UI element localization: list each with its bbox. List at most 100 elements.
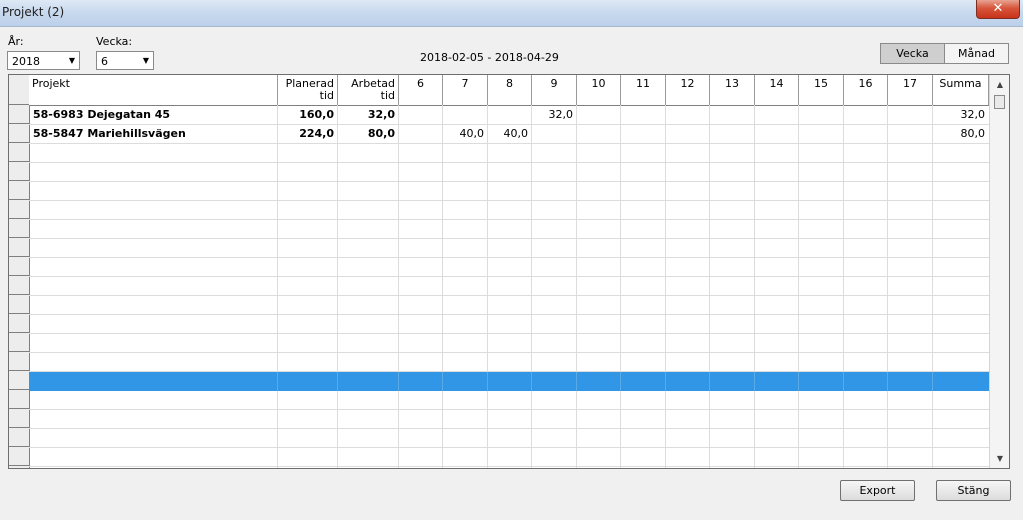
- value-cell[interactable]: 32,0: [933, 106, 989, 125]
- table-row[interactable]: 58-6983 Dejegatan 45 160,0 32,0 32,0 32,0: [29, 106, 989, 125]
- column-header[interactable]: 14: [755, 75, 799, 105]
- grid-line: [29, 200, 989, 201]
- column-header[interactable]: Arbetad tid: [338, 75, 399, 105]
- grid-line: [798, 105, 799, 468]
- value-cell[interactable]: 40,0: [443, 125, 488, 144]
- column-header[interactable]: 15: [799, 75, 844, 105]
- close-dialog-button[interactable]: Stäng: [936, 480, 1011, 501]
- selected-row[interactable]: [29, 372, 989, 391]
- value-cell[interactable]: 32,0: [338, 106, 399, 125]
- close-window-button[interactable]: ✕: [976, 0, 1020, 19]
- column-header[interactable]: Planerad tid: [278, 75, 338, 105]
- value-cell[interactable]: [577, 125, 621, 144]
- value-cell[interactable]: [666, 125, 710, 144]
- scroll-down-icon[interactable]: ▼: [992, 452, 1008, 466]
- value-cell[interactable]: [755, 125, 799, 144]
- column-header[interactable]: 16: [844, 75, 888, 105]
- value-cell[interactable]: [621, 125, 666, 144]
- value-cell[interactable]: [577, 106, 621, 125]
- row-header[interactable]: [9, 143, 29, 162]
- value-cell[interactable]: 40,0: [488, 125, 532, 144]
- row-header[interactable]: [9, 257, 29, 276]
- column-header[interactable]: Projekt: [29, 75, 278, 105]
- scroll-up-icon[interactable]: ▲: [992, 78, 1008, 92]
- project-name-cell[interactable]: 58-5847 Mariehillsvägen: [29, 125, 278, 144]
- grid-line: [709, 105, 710, 468]
- grid-line: [29, 181, 989, 182]
- value-cell[interactable]: 224,0: [278, 125, 338, 144]
- grid-line: [29, 238, 989, 239]
- grid-line: [29, 257, 989, 258]
- week-dropdown[interactable]: 6 ▼: [96, 51, 154, 70]
- value-cell[interactable]: [666, 106, 710, 125]
- chevron-down-icon: ▼: [142, 56, 149, 65]
- month-view-toggle[interactable]: Månad: [944, 43, 1009, 64]
- value-cell[interactable]: [399, 106, 443, 125]
- row-header[interactable]: [9, 428, 29, 447]
- row-header[interactable]: [9, 238, 29, 257]
- column-header[interactable]: Summa: [933, 75, 989, 105]
- value-cell[interactable]: [621, 106, 666, 125]
- row-header[interactable]: [9, 352, 29, 371]
- row-header[interactable]: [9, 105, 29, 124]
- year-dropdown[interactable]: 2018 ▼: [7, 51, 80, 70]
- value-cell[interactable]: [399, 125, 443, 144]
- value-cell[interactable]: [488, 106, 532, 125]
- value-cell[interactable]: [755, 106, 799, 125]
- row-header-column: [9, 75, 30, 468]
- row-header[interactable]: [9, 276, 29, 295]
- row-header[interactable]: [9, 333, 29, 352]
- row-header[interactable]: [9, 162, 29, 181]
- column-header[interactable]: 13: [710, 75, 755, 105]
- table-row[interactable]: 58-5847 Mariehillsvägen 224,0 80,0 40,0 40,0…: [29, 125, 989, 144]
- value-cell[interactable]: 80,0: [338, 125, 399, 144]
- column-header[interactable]: 12: [666, 75, 710, 105]
- value-cell[interactable]: [799, 125, 844, 144]
- title-bar: Projekt (2) ✕: [0, 0, 1023, 27]
- column-header[interactable]: 9: [532, 75, 577, 105]
- column-header[interactable]: 17: [888, 75, 933, 105]
- row-header[interactable]: [9, 124, 29, 143]
- row-header[interactable]: [9, 314, 29, 333]
- row-header[interactable]: [9, 447, 29, 466]
- value-cell[interactable]: [888, 106, 933, 125]
- window-title: Projekt (2): [2, 5, 65, 19]
- column-header[interactable]: 6: [399, 75, 443, 105]
- column-header[interactable]: 11: [621, 75, 666, 105]
- value-cell[interactable]: [532, 125, 577, 144]
- value-cell[interactable]: [443, 106, 488, 125]
- column-header[interactable]: 7: [443, 75, 488, 105]
- row-header[interactable]: [9, 409, 29, 428]
- grid-line: [29, 428, 989, 429]
- export-button[interactable]: Export: [840, 480, 915, 501]
- value-cell[interactable]: [799, 106, 844, 125]
- row-header[interactable]: [9, 466, 29, 468]
- row-header[interactable]: [9, 219, 29, 238]
- row-header[interactable]: [9, 390, 29, 409]
- column-header[interactable]: 10: [577, 75, 621, 105]
- row-header[interactable]: [9, 181, 29, 200]
- vertical-scrollbar[interactable]: ▲ ▼: [989, 75, 1009, 468]
- value-cell[interactable]: [888, 125, 933, 144]
- value-cell[interactable]: 32,0: [532, 106, 577, 125]
- column-header[interactable]: 8: [488, 75, 532, 105]
- row-header[interactable]: [9, 371, 29, 390]
- scroll-thumb[interactable]: [994, 95, 1005, 109]
- row-header[interactable]: [9, 295, 29, 314]
- grid-corner: [9, 75, 29, 105]
- project-name-cell[interactable]: 58-6983 Dejegatan 45: [29, 106, 278, 125]
- row-header[interactable]: [9, 200, 29, 219]
- grid-line: [665, 105, 666, 468]
- week-view-toggle[interactable]: Vecka: [880, 43, 945, 64]
- value-cell[interactable]: [710, 106, 755, 125]
- grid-line: [576, 105, 577, 468]
- grid-line: [620, 372, 621, 391]
- value-cell[interactable]: [844, 125, 888, 144]
- value-cell[interactable]: [710, 125, 755, 144]
- grid-line: [576, 372, 577, 391]
- value-cell[interactable]: 160,0: [278, 106, 338, 125]
- grid-line: [442, 105, 443, 468]
- value-cell[interactable]: 80,0: [933, 125, 989, 144]
- value-cell[interactable]: [844, 106, 888, 125]
- chevron-down-icon: ▼: [68, 56, 75, 65]
